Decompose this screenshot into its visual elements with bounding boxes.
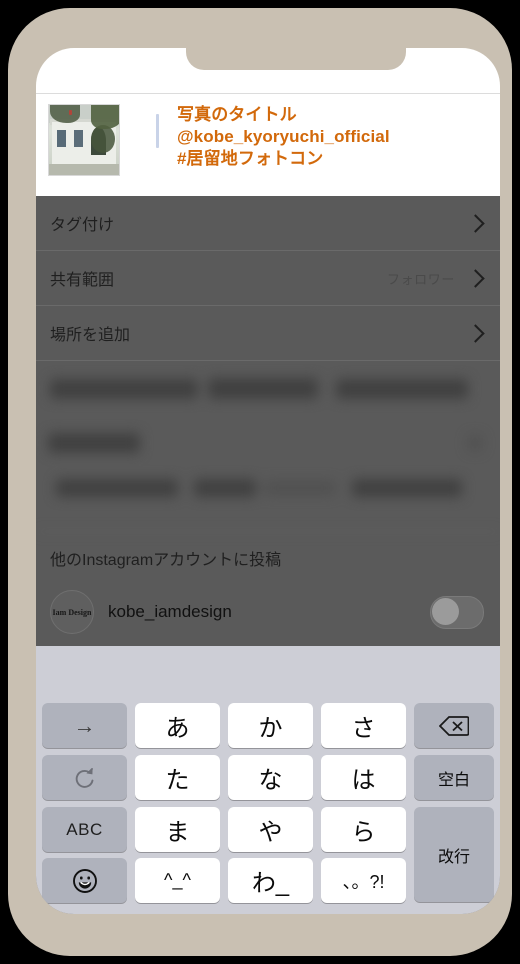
emoji-icon bbox=[72, 868, 98, 894]
caption-line-title: 写真のタイトル bbox=[177, 105, 297, 124]
chevron-right-icon bbox=[466, 323, 485, 343]
key-na-row[interactable]: な bbox=[228, 755, 313, 800]
backspace-icon bbox=[439, 715, 469, 737]
key-label: な bbox=[258, 767, 283, 794]
key-ta-row[interactable]: た bbox=[135, 755, 220, 800]
undo-icon bbox=[72, 765, 98, 791]
phone-screen: 写真のタイトル @kobe_kyoryuchi_official #居留地フォト… bbox=[36, 48, 500, 914]
screen-notch bbox=[186, 48, 406, 70]
key-label: さ bbox=[351, 715, 376, 742]
key-wa-row[interactable]: わ_ bbox=[228, 858, 313, 903]
key-ra-row[interactable]: ら bbox=[321, 807, 406, 852]
key-label: た bbox=[165, 767, 190, 794]
key-ma-row[interactable]: ま bbox=[135, 807, 220, 852]
japanese-kana-keyboard: → あ か さ た な は 空白 ABC ま や ら 改行 ^_^ わ_ 、。?… bbox=[36, 646, 500, 914]
arrow-right-icon: → bbox=[73, 712, 96, 738]
chevron-right-icon bbox=[466, 268, 485, 288]
cross-post-account-row[interactable]: Iam Design kobe_iamdesign bbox=[36, 584, 500, 640]
key-space[interactable]: 空白 bbox=[414, 755, 494, 800]
option-label: 場所を追加 bbox=[50, 327, 131, 344]
key-ya-row[interactable]: や bbox=[228, 807, 313, 852]
blurred-options-block bbox=[36, 361, 500, 532]
avatar: Iam Design bbox=[50, 590, 94, 634]
key-a-row[interactable]: あ bbox=[135, 703, 220, 748]
phone-frame: 写真のタイトル @kobe_kyoryuchi_official #居留地フォト… bbox=[8, 8, 512, 956]
key-ha-row[interactable]: は bbox=[321, 755, 406, 800]
caption-line-mention: @kobe_kyoryuchi_official bbox=[177, 127, 390, 146]
key-label: 改行 bbox=[437, 848, 470, 866]
key-ka-row[interactable]: か bbox=[228, 703, 313, 748]
key-label: 、。?! bbox=[342, 871, 385, 892]
key-label: ま bbox=[165, 819, 190, 846]
key-emoji[interactable] bbox=[42, 858, 127, 903]
section-title: 他のInstagramアカウントに投稿 bbox=[50, 552, 282, 569]
account-name: kobe_iamdesign bbox=[108, 602, 232, 621]
key-cursor-right[interactable]: → bbox=[42, 703, 127, 748]
option-row-add-location[interactable]: 場所を追加 bbox=[36, 306, 500, 361]
key-label: 空白 bbox=[437, 771, 470, 789]
key-label: あ bbox=[165, 715, 190, 742]
photo-thumbnail[interactable] bbox=[48, 104, 120, 176]
abc-icon: ABC bbox=[66, 819, 103, 839]
key-return[interactable]: 改行 bbox=[414, 807, 494, 902]
caption-header: 写真のタイトル @kobe_kyoryuchi_official #居留地フォト… bbox=[36, 93, 500, 196]
option-value: フォロワー bbox=[386, 271, 455, 287]
option-row-audience[interactable]: 共有範囲 フォロワー bbox=[36, 251, 500, 306]
key-backspace[interactable] bbox=[414, 703, 494, 748]
key-label: わ_ bbox=[251, 870, 290, 897]
key-sa-row[interactable]: さ bbox=[321, 703, 406, 748]
toggle-knob bbox=[432, 597, 459, 625]
key-label: ら bbox=[351, 819, 376, 846]
key-undo[interactable] bbox=[42, 755, 127, 800]
cross-post-section-header: 他のInstagramアカウントに投稿 bbox=[36, 532, 500, 584]
key-label: は bbox=[351, 767, 376, 794]
key-label: ^_^ bbox=[164, 870, 191, 890]
key-kaomoji[interactable]: ^_^ bbox=[135, 858, 220, 903]
option-row-tag-people[interactable]: タグ付け bbox=[36, 196, 500, 251]
option-label: タグ付け bbox=[50, 217, 115, 234]
key-label: か bbox=[258, 715, 283, 742]
key-abc[interactable]: ABC bbox=[42, 807, 127, 852]
key-punctuation[interactable]: 、。?! bbox=[321, 858, 406, 903]
keyboard-key-grid: → あ か さ た な は 空白 ABC ま や ら 改行 ^_^ わ_ 、。?… bbox=[42, 703, 494, 903]
caption-line-hashtag: #居留地フォトコン bbox=[177, 149, 324, 168]
option-label: 共有範囲 bbox=[50, 272, 115, 289]
caption-text[interactable]: 写真のタイトル @kobe_kyoryuchi_official #居留地フォト… bbox=[177, 104, 390, 170]
key-label: や bbox=[258, 819, 283, 846]
chevron-right-icon bbox=[466, 213, 485, 233]
text-cursor bbox=[156, 114, 159, 148]
cross-post-toggle[interactable] bbox=[430, 595, 484, 629]
